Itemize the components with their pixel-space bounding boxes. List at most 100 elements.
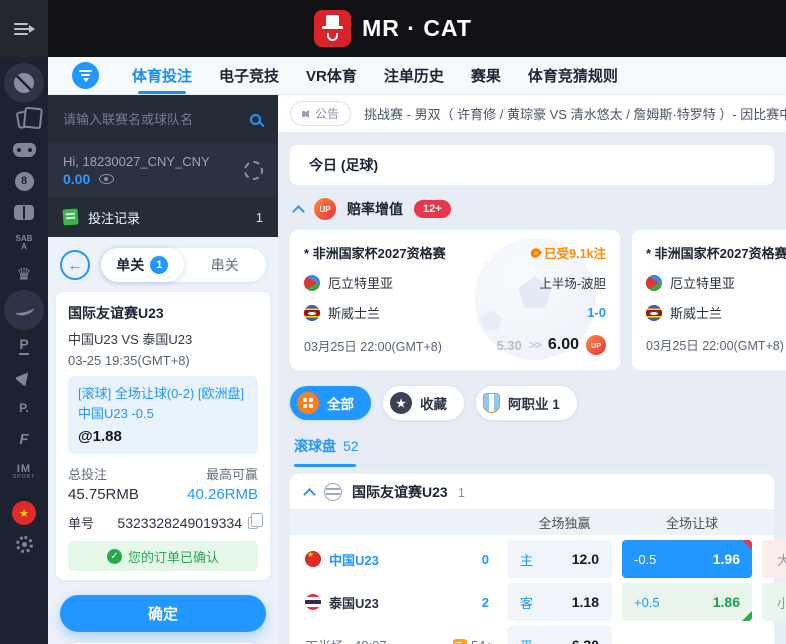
sidebar-item-f-provider[interactable]: F [4,424,44,454]
tab-vr-sports[interactable]: VR体育 [306,65,357,86]
sidebar-item-settings[interactable] [4,529,44,559]
markets-icon [452,638,467,644]
more-markets-link[interactable]: 54+ [452,638,505,644]
sidebar-item-p-provider[interactable]: P [4,331,44,361]
eight-ball-icon: 8 [14,171,34,191]
chevron-up-icon[interactable] [292,204,305,218]
sidebar-item-im-sport[interactable]: IM SPORT [4,455,44,485]
odds-cell-under[interactable]: 小 3/3 [762,583,786,621]
total-stake-label: 总投注 [68,467,108,483]
live-betting-tab[interactable]: 滚球盘 52 [290,436,774,467]
odds-cell-handicap-empty: - [622,626,752,644]
search-input[interactable] [63,111,238,127]
bet-slip-panel: Hi, 18230027_CNY_CNY 0.00 投注记录 1 单关 1 [48,95,278,644]
p-logo: P [19,336,29,355]
win-odds-value: 6.30 [572,637,599,644]
china-flag-icon [305,551,321,567]
sidebar-item-wing[interactable] [4,290,44,330]
tab-betting-rules[interactable]: 体育竞猜规则 [528,65,618,86]
collapse-sidebar-button[interactable] [0,0,48,57]
empty-odds-dash: - [685,638,689,644]
odds-cell-handicap-home-selected[interactable]: -0.5 1.96 [622,540,752,578]
chevron-up-icon[interactable] [303,487,316,501]
refresh-balance-icon[interactable] [244,160,263,180]
win-odds-value: 12.0 [571,551,599,567]
arrows-icon: >> [528,338,542,352]
sidebar-item-saba[interactable]: SABA [4,228,44,258]
filter-favorites-label: 收藏 [420,397,447,412]
megaphone-icon [302,109,309,118]
bet-records-row[interactable]: 投注记录 1 [48,197,278,237]
card-match-time: 03月25日 22:00(GMT+8) [304,339,442,354]
order-label: 单号 [68,516,95,532]
odds-cell-handicap-away[interactable]: +0.5 1.86 [622,583,752,621]
match-period-label: 下半场 [305,636,344,644]
slip-odds: @1.88 [78,428,122,446]
league-filter-row: 全部 收藏 阿职业 1 [290,386,774,420]
sidebar-item-pe-provider[interactable]: P. [4,393,44,423]
slip-matchup: 中国U23 VS 泰国U23 [68,332,193,347]
outcome-label: 客 [520,595,534,611]
main-content: 公告 挑战赛 - 男双（ 许育修 / 黄琮豪 VS 清水悠太 / 詹姆斯·特罗特… [278,95,786,644]
star-icon [390,392,412,414]
gamepad-icon [12,143,36,157]
confirm-button[interactable]: 确定 [60,595,266,633]
league-header[interactable]: 国际友谊赛U23 1 [290,474,774,504]
mrcat-cat-logo-icon [314,10,352,47]
tab-results[interactable]: 赛果 [471,65,501,86]
sidebar-item-poker[interactable] [4,104,44,134]
odds-cell-over[interactable]: 大 3/3 [762,540,786,578]
order-confirmed-banner: 您的订单已确认 [68,541,258,572]
filter-favorites-button[interactable]: 收藏 [383,386,464,420]
odds-cell-win-away[interactable]: 客 1.18 [507,583,612,621]
toggle-balance-eye-icon[interactable] [99,174,115,185]
tab-bet-history[interactable]: 注单历史 [384,65,444,86]
new-odds: 6.00 [547,336,579,353]
match-clock: 48:07 [354,638,387,644]
sidebar-item-crown[interactable]: ♛ [4,259,44,289]
copy-icon[interactable] [248,512,263,529]
odds-cell-win-draw[interactable]: 平 6.30 [507,626,612,644]
sidebar-item-billiards[interactable]: 8 [4,166,44,196]
handicap-odds-value: 1.86 [712,594,740,610]
more-markets-count: 54+ [471,638,493,644]
odds-cell-win-home[interactable]: 主 12.0 [507,540,612,578]
tab-parlay-bet[interactable]: 串关 [184,248,267,282]
sidebar-item-dominoes[interactable] [4,197,44,227]
search-bar [48,95,278,143]
bet-records-label: 投注记录 [88,210,141,226]
filter-argentina-label: 阿职业 1 [508,397,560,412]
filter-icon[interactable] [72,62,99,89]
crown-cat-logo-icon: ♛ [16,264,32,284]
card-league-name: * 非洲国家杯2027资格赛 [304,246,446,261]
filter-argentina-league-button[interactable]: 阿职业 1 [476,386,577,420]
sidebar-item-bird-provider[interactable] [4,362,44,392]
match-card[interactable]: * 非洲国家杯2027资格赛 已受9.1k注 厄立特里亚 上半场-波胆 斯威士兰… [290,230,620,370]
sidebar-item-sports[interactable] [4,63,44,103]
sidebar-item-language-china[interactable] [4,498,44,528]
sidebar-item-esports[interactable] [4,135,44,165]
bet-records-icon [62,208,79,226]
tab-single-bet[interactable]: 单关 1 [101,248,184,282]
total-stake-value: 45.75RMB [68,486,139,504]
boosted-odds[interactable]: 5.30 >> 6.00 UP [497,335,606,355]
league-name: 国际友谊赛U23 [352,484,448,500]
search-icon[interactable] [250,113,261,125]
order-confirmed-text: 您的订单已确认 [127,549,219,565]
away-team-name: 斯威士兰 [328,306,381,321]
back-button[interactable] [60,250,90,280]
table-row-draw: 下半场 48:07 54+ 平 6.30 - [290,626,774,644]
tab-sports-betting[interactable]: 体育投注 [132,65,192,94]
brand-logo[interactable]: MR · CAT [314,10,472,47]
odds-boost-section-header: UP 赔率增值 12+ [292,198,770,220]
pe-logo: P. [19,401,29,415]
league-shield-icon [483,393,500,413]
filter-all-button[interactable]: 全部 [290,386,371,420]
tab-esports[interactable]: 电子竞技 [219,65,279,86]
handicap-odds-value: 1.96 [712,551,740,567]
im-sport-logo: IM SPORT [12,462,36,480]
grid-icon [297,392,319,414]
match-card[interactable]: * 非洲国家杯2027资格赛 厄立特里亚 斯威士兰 03月25日 22:00(G… [632,230,786,370]
announcement-pill[interactable]: 公告 [290,101,352,126]
collapse-menu-icon [14,22,35,35]
